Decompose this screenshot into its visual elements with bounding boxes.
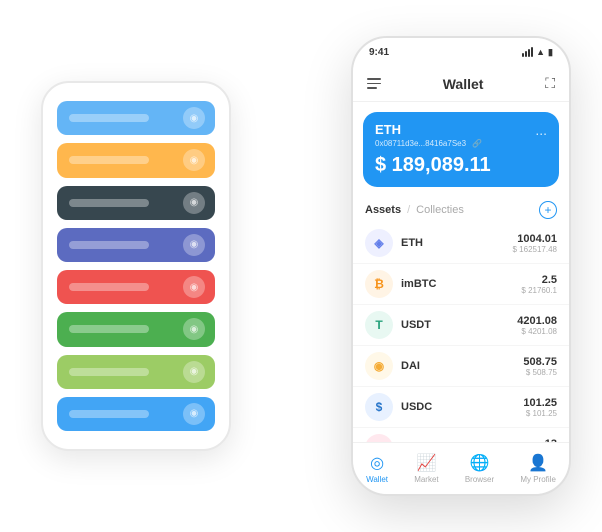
asset-name-usdc: USDC xyxy=(401,401,523,413)
asset-amounts-eth: 1004.01 $ 162517.48 xyxy=(513,233,558,254)
menu-icon[interactable] xyxy=(367,78,381,89)
card-more-icon[interactable]: ... xyxy=(535,122,547,138)
battery-icon: ▮ xyxy=(548,47,553,58)
status-bar: 9:41 ▲ ▮ xyxy=(353,38,569,66)
tab-assets[interactable]: Assets xyxy=(365,204,401,216)
asset-name-eth: ETH xyxy=(401,237,513,249)
back-card-5: ◉ xyxy=(57,312,215,346)
nav-icon-browser: 🌐 xyxy=(470,453,490,473)
asset-item-tft[interactable]: 🦋 TFT 13 0 xyxy=(353,428,569,442)
tab-collecties[interactable]: Collecties xyxy=(416,204,464,216)
eth-card-balance: $ 189,089.11 xyxy=(375,154,547,177)
asset-amounts-usdc: 101.25 $ 101.25 xyxy=(523,397,557,418)
expand-icon[interactable]: ⛶ xyxy=(545,75,555,92)
bottom-nav: ◎ Wallet 📈 Market 🌐 Browser 👤 My Profile xyxy=(353,442,569,494)
asset-list: ◈ ETH 1004.01 $ 162517.48 ₿ imBTC 2.5 $ … xyxy=(353,223,569,442)
nav-item-market[interactable]: 📈 Market xyxy=(414,453,438,484)
back-card-2: ◉ xyxy=(57,186,215,220)
nav-icon-wallet: ◎ xyxy=(370,453,384,473)
asset-item-eth[interactable]: ◈ ETH 1004.01 $ 162517.48 xyxy=(353,223,569,264)
back-card-3: ◉ xyxy=(57,228,215,262)
nav-label-my profile: My Profile xyxy=(520,475,556,484)
asset-icon-dai: ◉ xyxy=(365,352,393,380)
phone-header: Wallet ⛶ xyxy=(353,66,569,102)
wifi-icon: ▲ xyxy=(536,47,545,57)
status-icons: ▲ ▮ xyxy=(522,47,553,58)
status-time: 9:41 xyxy=(369,47,389,58)
asset-item-dai[interactable]: ◉ DAI 508.75 $ 508.75 xyxy=(353,346,569,387)
asset-icon-imbtc: ₿ xyxy=(365,270,393,298)
back-phone: ◉ ◉ ◉ ◉ ◉ ◉ ◉ ◉ xyxy=(41,81,231,451)
eth-card-currency: ETH xyxy=(375,122,547,137)
nav-label-browser: Browser xyxy=(465,475,494,484)
back-card-1: ◉ xyxy=(57,143,215,177)
header-title: Wallet xyxy=(443,76,484,92)
nav-item-my-profile[interactable]: 👤 My Profile xyxy=(520,453,556,484)
tabs-left: Assets / Collecties xyxy=(365,204,464,216)
back-card-0: ◉ xyxy=(57,101,215,135)
asset-amounts-usdt: 4201.08 $ 4201.08 xyxy=(517,315,557,336)
asset-icon-tft: 🦋 xyxy=(365,434,393,442)
asset-item-imbtc[interactable]: ₿ imBTC 2.5 $ 21760.1 xyxy=(353,264,569,305)
assets-tabs: Assets / Collecties + xyxy=(353,193,569,223)
asset-item-usdt[interactable]: T USDT 4201.08 $ 4201.08 xyxy=(353,305,569,346)
add-asset-button[interactable]: + xyxy=(539,201,557,219)
nav-item-browser[interactable]: 🌐 Browser xyxy=(465,453,494,484)
back-card-6: ◉ xyxy=(57,355,215,389)
back-card-4: ◉ xyxy=(57,270,215,304)
asset-name-usdt: USDT xyxy=(401,319,517,331)
nav-item-wallet[interactable]: ◎ Wallet xyxy=(366,453,388,484)
asset-icon-usdc: $ xyxy=(365,393,393,421)
nav-icon-my profile: 👤 xyxy=(528,453,548,473)
back-card-7: ◉ xyxy=(57,397,215,431)
nav-icon-market: 📈 xyxy=(416,453,436,473)
asset-icon-usdt: T xyxy=(365,311,393,339)
scene: ◉ ◉ ◉ ◉ ◉ ◉ ◉ ◉ 9:41 ▲ ▮ Wallet ⛶ xyxy=(21,16,581,516)
nav-label-market: Market xyxy=(414,475,438,484)
signal-icon xyxy=(522,47,533,57)
asset-item-usdc[interactable]: $ USDC 101.25 $ 101.25 xyxy=(353,387,569,428)
asset-amounts-imbtc: 2.5 $ 21760.1 xyxy=(521,274,557,295)
tab-divider: / xyxy=(407,204,410,216)
eth-card-address: 0x08711d3e...8416a7Se3 🔗 xyxy=(375,139,547,148)
eth-balance-card: ... ETH 0x08711d3e...8416a7Se3 🔗 $ 189,0… xyxy=(363,112,559,187)
front-phone: 9:41 ▲ ▮ Wallet ⛶ ... xyxy=(351,36,571,496)
asset-amounts-dai: 508.75 $ 508.75 xyxy=(523,356,557,377)
phone-body: ... ETH 0x08711d3e...8416a7Se3 🔗 $ 189,0… xyxy=(353,102,569,442)
asset-name-dai: DAI xyxy=(401,360,523,372)
nav-label-wallet: Wallet xyxy=(366,475,388,484)
asset-name-imbtc: imBTC xyxy=(401,278,521,290)
asset-icon-eth: ◈ xyxy=(365,229,393,257)
